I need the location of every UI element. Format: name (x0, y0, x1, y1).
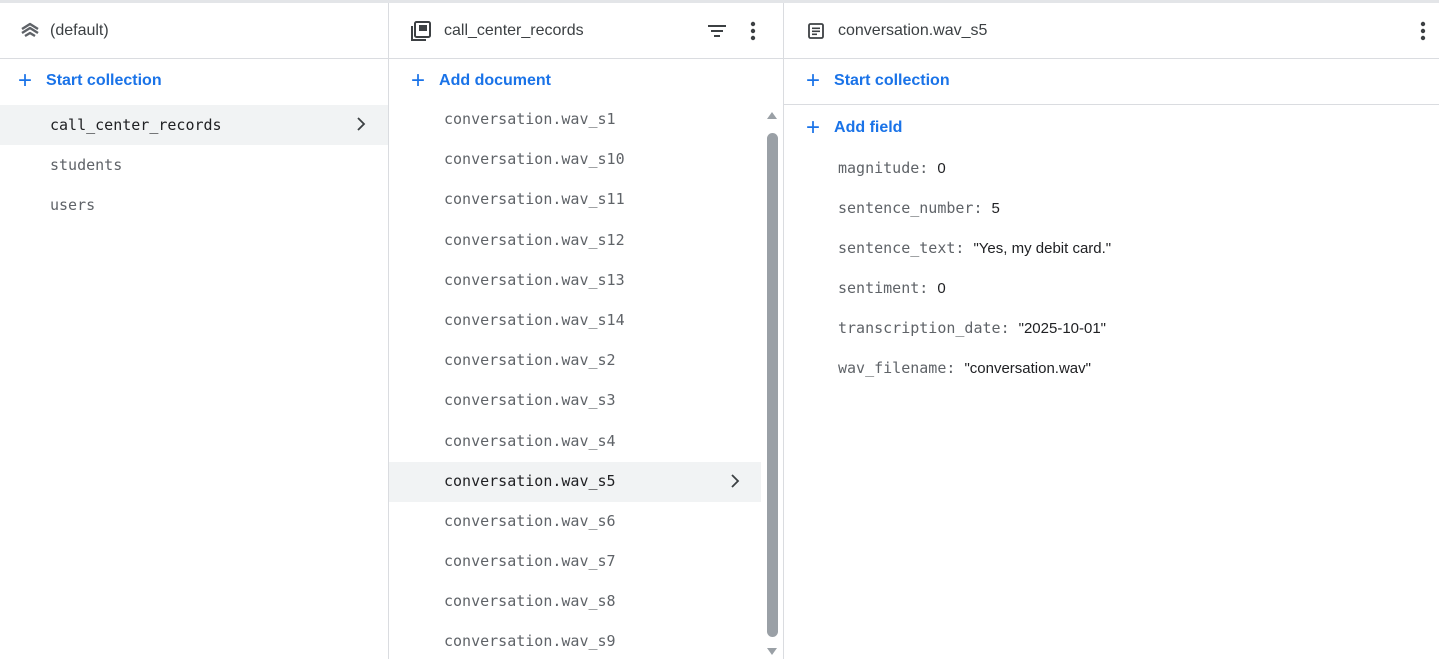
field-key: transcription_date (838, 319, 1001, 337)
collection-item-call-center-records[interactable]: call_center_records (0, 105, 388, 145)
field-key: sentence_text (838, 239, 956, 257)
document-id: conversation.wav_s1 (444, 110, 616, 128)
document-title: conversation.wav_s5 (838, 22, 988, 39)
document-item-selected[interactable]: conversation.wav_s5 (389, 461, 761, 502)
plus-icon: + (806, 67, 821, 94)
document-id: conversation.wav_s7 (444, 552, 616, 571)
add-field-button[interactable]: + Add field (806, 114, 903, 141)
field-separator: : (919, 279, 938, 297)
field-list: magnitude: 0 sentence_number: 5 sentence… (838, 159, 1111, 399)
document-panel: conversation.wav_s5 + Start collection +… (784, 3, 1439, 659)
field-value: "conversation.wav" (964, 360, 1091, 377)
plus-icon: + (411, 67, 426, 94)
document-item[interactable]: conversation.wav_s2 (389, 341, 761, 381)
start-subcollection-button[interactable]: + Start collection (806, 67, 950, 94)
add-document-label: Add document (439, 72, 552, 89)
field-key: sentence_number (838, 199, 974, 217)
document-id: conversation.wav_s2 (444, 351, 616, 370)
document-item[interactable]: conversation.wav_s11 (389, 180, 761, 220)
field-value: "2025-10-01" (1018, 320, 1107, 337)
document-id: conversation.wav_s14 (444, 310, 625, 329)
more-vert-icon[interactable] (741, 19, 765, 43)
collection-name: students (50, 156, 123, 174)
field-value: 0 (937, 160, 946, 177)
collection-name: users (50, 196, 96, 214)
collection-panel-header: call_center_records (389, 3, 783, 59)
field-key: wav_filename (838, 359, 947, 377)
start-collection-label: Start collection (46, 72, 162, 89)
field-separator: : (973, 199, 992, 217)
start-collection-button[interactable]: + Start collection (18, 67, 162, 94)
database-stack-icon (18, 19, 42, 43)
document-item[interactable]: conversation.wav_s13 (389, 261, 761, 301)
scroll-thumb[interactable] (767, 133, 778, 637)
root-panel-header: (default) (0, 3, 388, 59)
divider (784, 104, 1439, 105)
field-key: sentiment (838, 279, 920, 297)
field-separator: : (955, 239, 974, 257)
collection-name: call_center_records (50, 116, 222, 134)
document-id: conversation.wav_s10 (444, 150, 625, 169)
root-title: (default) (50, 22, 109, 39)
document-item[interactable]: conversation.wav_s4 (389, 422, 761, 462)
document-id: conversation.wav_s6 (444, 511, 616, 530)
document-item[interactable]: conversation.wav_s14 (389, 301, 761, 341)
document-icon (804, 19, 828, 43)
document-item[interactable]: conversation.wav_s10 (389, 140, 761, 180)
plus-icon: + (18, 67, 33, 94)
collection-title: call_center_records (444, 22, 584, 39)
document-list-scrollbar[interactable] (761, 105, 783, 659)
document-item[interactable]: conversation.wav_s1 (389, 100, 761, 140)
field-row[interactable]: sentence_text: "Yes, my debit card." (838, 239, 1111, 279)
field-value: 5 (991, 200, 1000, 217)
more-vert-icon[interactable] (1411, 19, 1435, 43)
add-field-label: Add field (834, 119, 903, 136)
add-document-button[interactable]: + Add document (411, 67, 552, 94)
document-id: conversation.wav_s11 (444, 190, 625, 209)
field-row[interactable]: wav_filename: "conversation.wav" (838, 359, 1111, 399)
document-item[interactable]: conversation.wav_s3 (389, 381, 761, 421)
document-panel-header: conversation.wav_s5 (784, 3, 1439, 59)
filter-icon[interactable] (705, 19, 729, 43)
field-separator: : (946, 359, 965, 377)
document-item[interactable]: conversation.wav_s8 (389, 582, 761, 622)
document-id: conversation.wav_s8 (444, 592, 616, 611)
field-row[interactable]: sentiment: 0 (838, 279, 1111, 319)
document-item[interactable]: conversation.wav_s7 (389, 542, 761, 582)
field-row[interactable]: transcription_date: "2025-10-01" (838, 319, 1111, 359)
document-id: conversation.wav_s3 (444, 391, 616, 410)
collection-panel: call_center_records + Add document conve… (389, 3, 784, 659)
start-collection-label: Start collection (834, 72, 950, 89)
chevron-right-icon (726, 472, 744, 490)
document-item[interactable]: conversation.wav_s9 (389, 622, 761, 659)
document-item[interactable]: conversation.wav_s6 (389, 502, 761, 542)
document-id: conversation.wav_s5 (444, 471, 616, 490)
plus-icon: + (806, 114, 821, 141)
field-row[interactable]: sentence_number: 5 (838, 199, 1111, 239)
field-key: magnitude (838, 159, 920, 177)
collection-item-users[interactable]: users (0, 185, 388, 225)
field-value: 0 (937, 280, 946, 297)
document-id: conversation.wav_s12 (444, 230, 625, 249)
field-row[interactable]: magnitude: 0 (838, 159, 1111, 199)
chevron-right-icon (352, 115, 370, 133)
collection-list: call_center_records students users (0, 105, 388, 225)
document-item[interactable]: conversation.wav_s12 (389, 221, 761, 261)
field-value: "Yes, my debit card." (973, 240, 1112, 257)
scroll-down-arrow-icon[interactable] (767, 648, 777, 655)
scroll-up-arrow-icon[interactable] (767, 112, 777, 119)
collection-icon (409, 19, 433, 43)
field-separator: : (1000, 319, 1019, 337)
collection-item-students[interactable]: students (0, 145, 388, 185)
document-id: conversation.wav_s9 (444, 632, 616, 651)
document-list: conversation.wav_s1 conversation.wav_s10… (389, 100, 761, 659)
field-separator: : (919, 159, 938, 177)
document-id: conversation.wav_s13 (444, 270, 625, 289)
document-id: conversation.wav_s4 (444, 431, 616, 450)
root-panel: (default) + Start collection call_center… (0, 3, 389, 659)
